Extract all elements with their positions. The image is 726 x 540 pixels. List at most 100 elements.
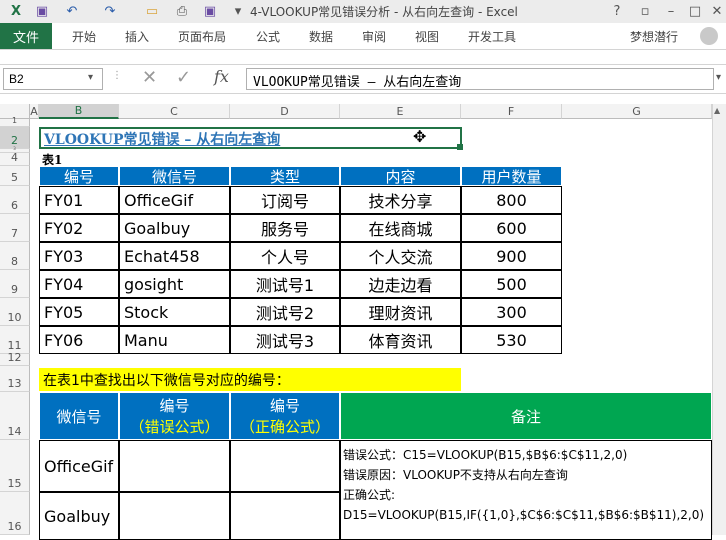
tab-review[interactable]: 审阅: [362, 28, 386, 45]
ribbon-display-icon[interactable]: ▫: [634, 1, 656, 21]
row-header-9[interactable]: 9: [0, 270, 30, 298]
tab-developer[interactable]: 开发工具: [468, 28, 516, 45]
tab-view[interactable]: 视图: [415, 28, 439, 45]
avatar[interactable]: [700, 27, 718, 45]
maximize-icon[interactable]: □: [684, 1, 706, 21]
column-header-c[interactable]: C: [119, 104, 230, 119]
table-cell[interactable]: 测试号3: [230, 326, 340, 354]
table-cell[interactable]: 500: [461, 270, 562, 298]
customize-toolbar-icon[interactable]: ▾: [228, 2, 248, 20]
row-header-11[interactable]: 11: [0, 326, 30, 354]
table-cell[interactable]: FY02: [39, 214, 119, 242]
table-cell[interactable]: Stock: [119, 298, 230, 326]
table-cell[interactable]: 边走边看: [340, 270, 461, 298]
table-cell[interactable]: 服务号: [230, 214, 340, 242]
table2-header-wechat: 微信号: [39, 392, 119, 440]
table1-header: 微信号: [119, 166, 230, 186]
close-icon[interactable]: ✕: [706, 1, 726, 21]
scroll-up-icon[interactable]: ▲: [714, 106, 720, 115]
redo-icon[interactable]: ↷: [100, 2, 120, 20]
undo-icon[interactable]: ↶: [62, 2, 82, 20]
tab-data[interactable]: 数据: [309, 28, 333, 45]
row-header-12[interactable]: 12: [0, 351, 30, 366]
table-cell[interactable]: FY01: [39, 186, 119, 214]
column-header-a[interactable]: A: [30, 104, 39, 119]
table2-header-note: 备注: [340, 392, 712, 440]
table-cell[interactable]: OfficeGif: [119, 186, 230, 214]
table1-header: 编号: [39, 166, 119, 186]
cancel-icon[interactable]: ✕: [142, 67, 157, 88]
header-title: 编号: [269, 397, 300, 415]
table-cell[interactable]: 800: [461, 186, 562, 214]
table-cell[interactable]: 理财资讯: [340, 298, 461, 326]
table-cell[interactable]: OfficeGif: [39, 440, 119, 492]
user-name[interactable]: 梦想潜行: [630, 28, 678, 45]
column-header-b[interactable]: B: [39, 104, 119, 119]
table-cell[interactable]: Goalbuy: [119, 214, 230, 242]
help-icon[interactable]: ?: [606, 1, 628, 21]
tab-formulas[interactable]: 公式: [256, 28, 280, 45]
table-cell[interactable]: FY04: [39, 270, 119, 298]
column-header-f[interactable]: F: [461, 104, 562, 119]
insert-function-icon[interactable]: fx: [214, 67, 229, 86]
table-cell[interactable]: FY03: [39, 242, 119, 270]
table-cell[interactable]: [119, 440, 230, 492]
print-preview-icon[interactable]: ⎙: [172, 2, 192, 20]
row-header-13[interactable]: 13: [0, 366, 30, 392]
row-header-14[interactable]: 14: [0, 392, 30, 440]
table-cell[interactable]: 在线商城: [340, 214, 461, 242]
table-cell[interactable]: Echat458: [119, 242, 230, 270]
table-cell[interactable]: 个人号: [230, 242, 340, 270]
vertical-scrollbar[interactable]: [712, 104, 726, 535]
table-cell[interactable]: 300: [461, 298, 562, 326]
table-cell[interactable]: Manu: [119, 326, 230, 354]
tab-home[interactable]: 开始: [72, 28, 96, 45]
table-cell[interactable]: 900: [461, 242, 562, 270]
column-header-e[interactable]: E: [340, 104, 461, 119]
table-cell[interactable]: gosight: [119, 270, 230, 298]
row-header-6[interactable]: 6: [0, 186, 30, 214]
table-cell[interactable]: [230, 492, 340, 540]
open-folder-icon[interactable]: ▭: [142, 2, 162, 20]
table-cell[interactable]: FY05: [39, 298, 119, 326]
row-header-10[interactable]: 10: [0, 298, 30, 326]
row-header-5[interactable]: 5: [0, 166, 30, 186]
row-header-1[interactable]: 1: [0, 116, 30, 127]
table-cell[interactable]: 600: [461, 214, 562, 242]
row-header-8[interactable]: 8: [0, 242, 30, 270]
save-as-icon[interactable]: ▣: [200, 2, 220, 20]
chevron-down-icon[interactable]: ▾: [88, 72, 93, 83]
row-header-16[interactable]: 16: [0, 492, 30, 535]
table2-header-code-right: 编号 （正确公式）: [230, 392, 340, 440]
fill-handle[interactable]: [457, 144, 463, 150]
save-icon[interactable]: ▣: [32, 2, 52, 20]
tab-file[interactable]: 文件: [0, 23, 52, 49]
row-header-4[interactable]: 4: [0, 151, 30, 166]
sheet-heading: VLOOKUP常见错误 – 从右向左查询: [44, 132, 281, 148]
table-cell[interactable]: [119, 492, 230, 540]
table-cell[interactable]: 个人交流: [340, 242, 461, 270]
splitter-handle-icon[interactable]: ⋮: [112, 70, 122, 81]
table-cell[interactable]: 订阅号: [230, 186, 340, 214]
row-header-7[interactable]: 7: [0, 214, 30, 242]
table-cell[interactable]: 测试号1: [230, 270, 340, 298]
note-cell[interactable]: 错误公式：C15=VLOOKUP(B15,$B$6:$C$11,2,0) 错误原…: [340, 440, 712, 540]
tab-insert[interactable]: 插入: [125, 28, 149, 45]
tab-page-layout[interactable]: 页面布局: [178, 28, 226, 45]
table-cell[interactable]: 测试号2: [230, 298, 340, 326]
enter-icon[interactable]: ✓: [176, 67, 191, 88]
minimize-icon[interactable]: –: [660, 1, 682, 21]
table-cell[interactable]: [230, 440, 340, 492]
table-cell[interactable]: 体育资讯: [340, 326, 461, 354]
table-cell[interactable]: 技术分享: [340, 186, 461, 214]
table-cell[interactable]: 530: [461, 326, 562, 354]
row-header-15[interactable]: 15: [0, 440, 30, 492]
column-header-g[interactable]: G: [562, 104, 712, 119]
move-cursor-icon: ✥: [413, 127, 427, 146]
column-header-d[interactable]: D: [230, 104, 340, 119]
table-cell[interactable]: FY06: [39, 326, 119, 354]
excel-logo-icon: X: [10, 3, 22, 19]
formula-input[interactable]: VLOOKUP常见错误 – 从右向左查询: [246, 68, 714, 90]
table-cell[interactable]: Goalbuy: [39, 492, 119, 540]
expand-formula-bar-icon[interactable]: ▾: [716, 72, 721, 83]
